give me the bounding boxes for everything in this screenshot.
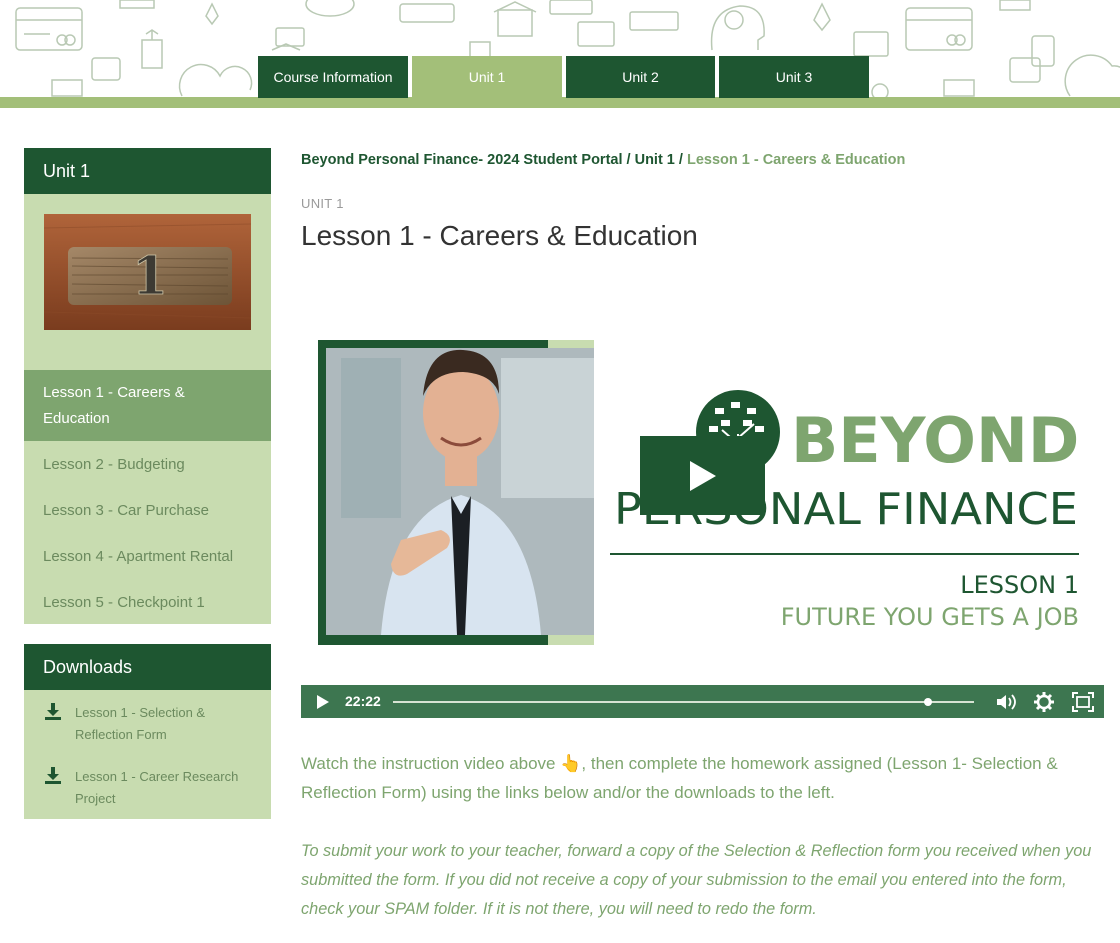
unit-eyebrow: UNIT 1 xyxy=(301,196,344,211)
play-icon xyxy=(689,460,716,491)
breadcrumb-unit-link[interactable]: Unit 1 xyxy=(635,152,675,168)
tab-unit-1[interactable]: Unit 1 xyxy=(412,56,562,98)
fullscreen-icon[interactable] xyxy=(1072,692,1094,712)
unit-navigation-panel: Unit 1 1 Lesson 1 - Careers & Education … xyxy=(24,148,271,624)
download-item-career-project[interactable]: Lesson 1 - Career Research Project xyxy=(24,766,271,816)
breadcrumb-separator: / xyxy=(678,152,683,168)
download-label[interactable]: Lesson 1 - Career Research Project xyxy=(75,766,255,810)
volume-icon[interactable] xyxy=(995,692,1017,712)
instructions-part-1: Watch the instruction video above xyxy=(301,754,561,773)
downloads-panel: Downloads Lesson 1 - Selection & Reflect… xyxy=(24,644,271,819)
instructions-text: Watch the instruction video above 👆, the… xyxy=(301,749,1101,807)
downloads-title: Downloads xyxy=(24,644,271,690)
tab-unit-3[interactable]: Unit 3 xyxy=(719,56,869,98)
breadcrumb-separator: / xyxy=(626,152,631,168)
lesson-list: Lesson 1 - Careers & Education Lesson 2 … xyxy=(24,370,271,625)
pointing-up-icon: 👆 xyxy=(560,754,582,773)
video-controls: 22:22 xyxy=(301,685,1104,718)
site-header: Course Information Unit 1 Unit 2 Unit 3 xyxy=(0,0,1120,108)
header-accent-bar xyxy=(0,97,1120,108)
video-subtitle: FUTURE YOU GETS A JOB xyxy=(781,603,1079,631)
tab-course-information[interactable]: Course Information xyxy=(258,56,408,98)
sidebar-item-lesson-4[interactable]: Lesson 4 - Apartment Rental xyxy=(24,533,271,579)
brand-beyond: BEYOND xyxy=(791,404,1079,477)
breadcrumb: Beyond Personal Finance- 2024 Student Po… xyxy=(301,152,905,168)
submission-note: To submit your work to your teacher, for… xyxy=(301,842,1092,918)
sidebar-item-lesson-5[interactable]: Lesson 5 - Checkpoint 1 xyxy=(24,579,271,625)
play-icon[interactable] xyxy=(313,693,331,711)
video-progress-bar[interactable] xyxy=(393,698,974,706)
unit-panel-title: Unit 1 xyxy=(24,148,271,194)
download-icon xyxy=(45,767,61,784)
breadcrumb-root-link[interactable]: Beyond Personal Finance- 2024 Student Po… xyxy=(301,152,623,168)
sidebar-item-lesson-2[interactable]: Lesson 2 - Budgeting xyxy=(24,441,271,487)
sidebar-item-lesson-3[interactable]: Lesson 3 - Car Purchase xyxy=(24,487,271,533)
unit-number-image: 1 xyxy=(44,214,251,330)
download-label[interactable]: Lesson 1 - Selection & Reflection Form xyxy=(75,702,255,746)
page-title: Lesson 1 - Careers & Education xyxy=(301,220,698,251)
breadcrumb-current: Lesson 1 - Careers & Education xyxy=(686,152,906,168)
video-player[interactable]: BEYOND PERSONAL FINANCE LESSON 1 FUTURE … xyxy=(301,318,1104,718)
tab-unit-2[interactable]: Unit 2 xyxy=(566,56,715,98)
sidebar-item-lesson-1[interactable]: Lesson 1 - Careers & Education xyxy=(24,370,271,441)
download-icon xyxy=(45,703,61,720)
video-lesson-label: LESSON 1 xyxy=(960,571,1079,599)
gear-icon[interactable] xyxy=(1034,692,1054,712)
progress-handle[interactable] xyxy=(923,698,932,706)
download-item-selection-form[interactable]: Lesson 1 - Selection & Reflection Form xyxy=(24,702,271,752)
play-button-large[interactable] xyxy=(640,436,765,515)
unit-number-glyph: 1 xyxy=(132,246,168,307)
video-time: 22:22 xyxy=(345,693,381,709)
